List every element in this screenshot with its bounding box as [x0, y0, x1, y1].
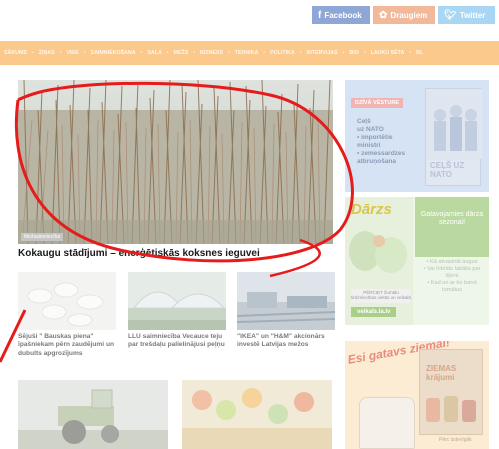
- ad-line: atbruņošana: [357, 158, 397, 165]
- twitter-label: Twitter: [459, 10, 486, 20]
- greenery-illustration: [349, 231, 407, 273]
- nav-item[interactable]: SAIMNIEKOŠANA: [91, 50, 136, 56]
- nav-separator: •: [263, 50, 266, 56]
- nav-item[interactable]: BL: [416, 50, 423, 56]
- history-ad-banner[interactable]: DZĪVĀ VĒSTURE Ceļš uz NATO • importētie …: [345, 80, 489, 192]
- ad-line: ministri: [357, 142, 381, 149]
- article-thumbnail-large[interactable]: [182, 380, 332, 449]
- facebook-share-button[interactable]: f Facebook: [312, 6, 370, 24]
- main-navigation: SĀKUMS • ZIŅAS • VIDE • SAIMNIEKOŠANA • SALA • MEŽ…: [0, 41, 499, 65]
- nav-separator: •: [193, 50, 196, 56]
- nav-separator: •: [166, 50, 169, 56]
- book-title: ZIEMAS krājumi: [426, 364, 457, 382]
- nav-item[interactable]: SĀKUMS: [4, 50, 27, 56]
- facebook-icon: f: [318, 9, 322, 21]
- article-title[interactable]: Sējuši " Bauskas piena" īpašniekam pērn …: [18, 333, 116, 358]
- ad-line: • importētie: [357, 134, 393, 141]
- ad-line: uz NATO: [357, 126, 384, 133]
- article-title[interactable]: "IKEA" un "H&M" akcionārs investē Latvij…: [237, 333, 335, 350]
- ad-line: Ceļš: [357, 118, 371, 125]
- draugiem-label: Draugiem: [390, 10, 428, 20]
- ad-url[interactable]: veikals.la.lv: [351, 307, 397, 317]
- ad-caption: Pērc izdevīgāk: [439, 437, 472, 443]
- magazine-logo: Dārzs: [351, 201, 392, 218]
- nav-item[interactable]: POLITIKA: [270, 50, 295, 56]
- twitter-icon: 🐦︎: [444, 9, 457, 21]
- ad-teaser-lines: Ceļš uz NATO • importētie ministri • zem…: [357, 118, 427, 166]
- nav-item[interactable]: VIDE: [66, 50, 78, 56]
- draugiem-share-button[interactable]: ✿ Draugiem: [373, 6, 435, 24]
- article-card[interactable]: Sējuši " Bauskas piena" īpašniekam pērn …: [18, 272, 116, 358]
- nav-item[interactable]: ZIŅAS: [39, 50, 55, 56]
- vegetables-photo: [182, 380, 332, 449]
- greenhouse-photo: [128, 272, 226, 330]
- book-cover: ZIEMAS krājumi: [419, 349, 483, 435]
- nav-item[interactable]: SALA: [147, 50, 161, 56]
- winter-supplies-ad[interactable]: Esi gatavs ziemai! ZIEMAS krājumi Pērc i…: [345, 341, 489, 449]
- article-card[interactable]: LLU saimniecība Vecauce teju par trešdaļ…: [128, 272, 226, 350]
- magazine-cover: Dārzs PĒRCIET žurnālu tirdzniecības viet…: [345, 197, 413, 325]
- nav-item[interactable]: BIO: [349, 50, 358, 56]
- book-title: CEĻŠ UZ NATO: [430, 161, 465, 179]
- nav-separator: •: [342, 50, 345, 56]
- nav-item[interactable]: INTERVIJAS: [307, 50, 338, 56]
- facebook-label: Facebook: [324, 10, 362, 20]
- ad-bullets: • Kā atvasināt augus • Vai hibrīds labāk…: [417, 259, 487, 294]
- ad-bullet: • Vai hibrīds labāks par šķirni: [423, 266, 481, 279]
- nav-separator: •: [31, 50, 34, 56]
- soldiers-illustration: [426, 89, 482, 159]
- book-cover: CEĻŠ UZ NATO: [425, 88, 482, 186]
- ad-headline: Gatavojamies dārza sezonai!: [415, 197, 489, 257]
- nav-separator: •: [299, 50, 302, 56]
- jar-illustration: [359, 397, 415, 449]
- article-thumbnail[interactable]: [18, 272, 116, 330]
- nav-separator: •: [59, 50, 62, 56]
- forest-machinery-photo: [237, 272, 335, 330]
- nav-item[interactable]: TEHNIKA: [235, 50, 259, 56]
- article-thumbnail-large[interactable]: [18, 380, 168, 449]
- ad-line: • zemessardzes: [357, 150, 406, 157]
- category-badge[interactable]: Mežsaimniecība: [21, 233, 64, 241]
- ad-tag: DZĪVĀ VĒSTURE: [351, 98, 404, 108]
- tractor-photo: [18, 380, 168, 449]
- ad-bullet: • Kā atvasināt augus: [426, 259, 478, 265]
- garden-magazine-ad[interactable]: Dārzs PĒRCIET žurnālu tirdzniecības viet…: [345, 197, 489, 325]
- page: f Facebook ✿ Draugiem 🐦︎ Twitter SĀKUMS •…: [0, 0, 499, 449]
- hero-headline[interactable]: Kokaugu stādījumi – enerģētiskās koksnes…: [18, 248, 338, 259]
- twitter-share-button[interactable]: 🐦︎ Twitter: [438, 6, 495, 24]
- nav-separator: •: [140, 50, 143, 56]
- ad-bullet: • Kad un ar ko barot tomātus: [427, 280, 477, 293]
- article-title[interactable]: LLU saimniecība Vecauce teju par trešdaļ…: [128, 333, 226, 350]
- nav-item[interactable]: LAUKU SĒTA: [371, 50, 405, 56]
- nav-separator: •: [363, 50, 366, 56]
- article-card[interactable]: "IKEA" un "H&M" akcionārs investē Latvij…: [237, 272, 335, 350]
- cheese-photo: [18, 272, 116, 330]
- ad-buy-button[interactable]: PĒRCIET žurnālu tirdzniecības vietās un …: [351, 289, 411, 303]
- social-share-bar: f Facebook ✿ Draugiem 🐦︎ Twitter: [312, 6, 495, 24]
- nav-separator: •: [83, 50, 86, 56]
- nav-separator: •: [227, 50, 230, 56]
- hero-image[interactable]: Mežsaimniecība: [18, 80, 333, 244]
- preserves-illustration: [426, 396, 476, 422]
- willow-plantation-photo: [18, 80, 333, 244]
- article-thumbnail[interactable]: [237, 272, 335, 330]
- nav-separator: •: [409, 50, 412, 56]
- nav-item[interactable]: BIZNESS: [200, 50, 223, 56]
- nav-item[interactable]: MEŽS: [174, 50, 189, 56]
- draugiem-icon: ✿: [379, 9, 388, 21]
- article-thumbnail[interactable]: [128, 272, 226, 330]
